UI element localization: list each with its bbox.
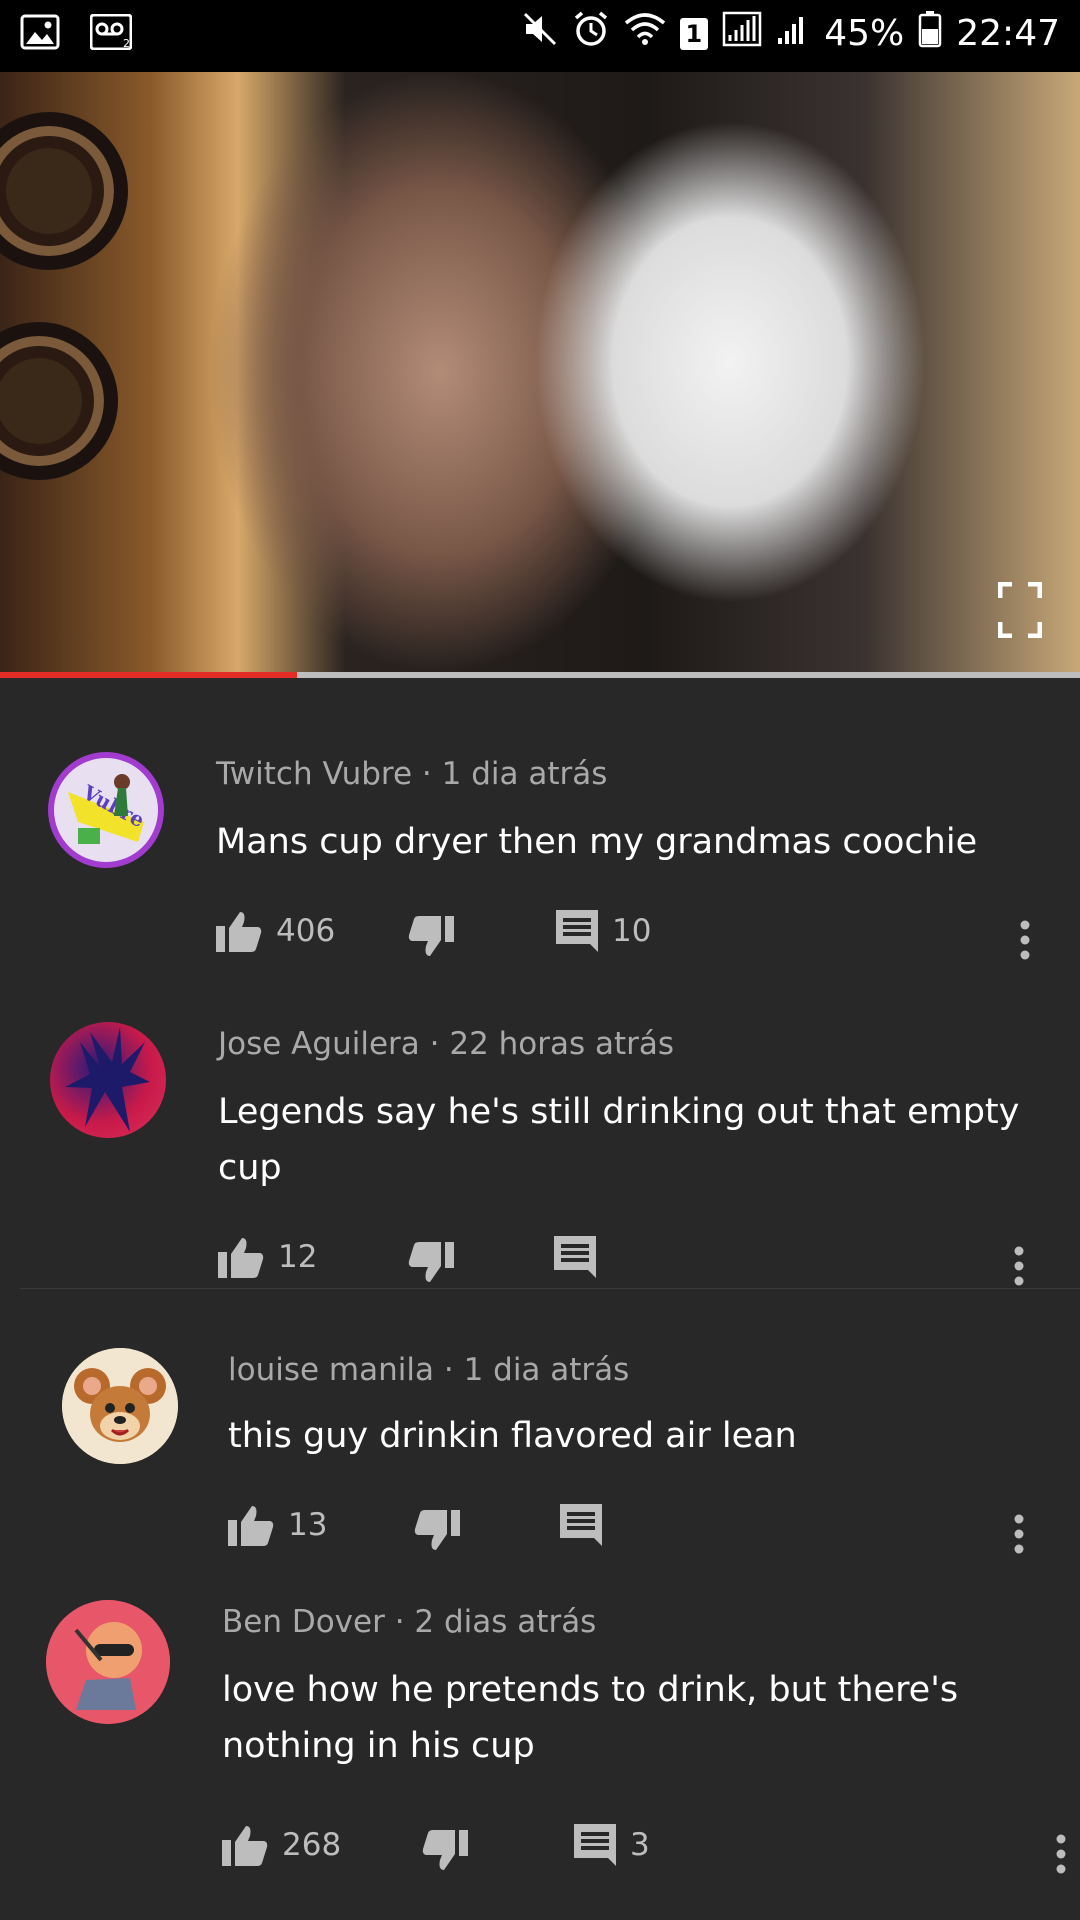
video-player[interactable] (0, 72, 1080, 676)
mute-icon (522, 11, 558, 56)
comment-time: 1 dia atrás (463, 1352, 630, 1388)
video-progress-bar[interactable] (0, 672, 1080, 678)
like-count: 268 (282, 1827, 342, 1863)
reply-button[interactable] (560, 1504, 616, 1546)
comment-icon (574, 1824, 616, 1866)
status-bar: 2 1 45% 22:47 (0, 0, 1080, 72)
sim-badge: 1 (679, 17, 709, 50)
more-vert-icon[interactable] (1056, 1834, 1066, 1874)
like-count: 13 (288, 1507, 328, 1543)
avatar[interactable]: Vubre (48, 752, 164, 868)
thumb-up-icon (216, 912, 262, 952)
reply-button[interactable] (554, 1236, 610, 1278)
dislike-button[interactable] (422, 1830, 468, 1872)
avatar[interactable] (46, 1600, 170, 1724)
meta-separator: · (443, 1352, 464, 1388)
wifi-icon (624, 11, 666, 56)
reply-button[interactable]: 10 (556, 910, 651, 952)
signal-icon (722, 11, 762, 56)
dislike-button[interactable] (408, 916, 454, 958)
comment-text: Mans cup dryer then my grandmas coochie (216, 822, 978, 862)
divider (20, 1288, 1080, 1289)
comment-time: 1 dia atrás (441, 756, 608, 792)
clock: 22:47 (956, 13, 1060, 54)
comment-meta: Jose Aguilera · 22 horas atrás (218, 1026, 674, 1062)
video-progress-fill (0, 672, 297, 678)
comment-icon (554, 1236, 596, 1278)
thumb-up-icon (222, 1826, 268, 1866)
battery-percent: 45% (824, 13, 905, 54)
comment-actions: 13 (228, 1504, 1058, 1560)
comment-actions: 406 10 (216, 910, 1056, 966)
dislike-button[interactable] (414, 1510, 460, 1552)
comment-meta: louise manila · 1 dia atrás (228, 1352, 629, 1388)
like-button[interactable]: 406 (216, 910, 335, 952)
thumb-down-icon (414, 1510, 460, 1550)
meta-separator: · (429, 1026, 450, 1062)
battery-icon (918, 10, 942, 57)
comment-actions: 12 (218, 1236, 1058, 1292)
comment-text: Legends say he's still drinking out that… (218, 1092, 1020, 1188)
voicemail-icon: 2 (89, 13, 133, 54)
thumb-up-icon (218, 1238, 264, 1278)
like-button[interactable]: 12 (218, 1236, 317, 1278)
gallery-icon (20, 14, 60, 54)
comment-time: 2 dias atrás (414, 1604, 597, 1640)
more-vert-icon[interactable] (1020, 920, 1030, 960)
comment-actions: 268 3 (222, 1824, 1072, 1880)
reply-count: 3 (630, 1827, 650, 1863)
comment-icon (556, 910, 598, 952)
reply-button[interactable]: 3 (574, 1824, 650, 1866)
fullscreen-icon[interactable] (998, 582, 1042, 638)
alarm-icon (572, 10, 610, 57)
comment-time: 22 horas atrás (449, 1026, 675, 1062)
thumb-down-icon (422, 1830, 468, 1870)
thumb-down-icon (408, 1242, 454, 1282)
thumb-up-icon (228, 1506, 274, 1546)
comment-author[interactable]: louise manila (228, 1352, 434, 1388)
more-vert-icon[interactable] (1014, 1514, 1024, 1554)
comment-author[interactable]: Twitch Vubre (216, 756, 412, 792)
svg-text:2: 2 (123, 37, 130, 50)
like-count: 406 (276, 913, 336, 949)
more-vert-icon[interactable] (1014, 1246, 1024, 1286)
meta-separator: · (421, 756, 442, 792)
avatar[interactable] (50, 1022, 166, 1138)
comment-meta: Ben Dover · 2 dias atrás (222, 1604, 596, 1640)
background-speaker (0, 112, 128, 270)
comment-text: this guy drinkin flavored air lean (228, 1416, 797, 1456)
meta-separator: · (394, 1604, 415, 1640)
comment-icon (560, 1504, 602, 1546)
background-speaker (0, 322, 118, 480)
signal-bars-icon (776, 12, 810, 55)
thumb-down-icon (408, 916, 454, 956)
avatar[interactable] (62, 1348, 178, 1464)
comment-author[interactable]: Ben Dover (222, 1604, 385, 1640)
reply-count: 10 (612, 913, 652, 949)
like-count: 12 (278, 1239, 318, 1275)
like-button[interactable]: 13 (228, 1504, 327, 1546)
comment-text: love how he pretends to drink, but there… (222, 1670, 959, 1766)
comment-author[interactable]: Jose Aguilera (218, 1026, 420, 1062)
dislike-button[interactable] (408, 1242, 454, 1284)
like-button[interactable]: 268 (222, 1824, 341, 1866)
comment-meta: Twitch Vubre · 1 dia atrás (216, 756, 607, 792)
